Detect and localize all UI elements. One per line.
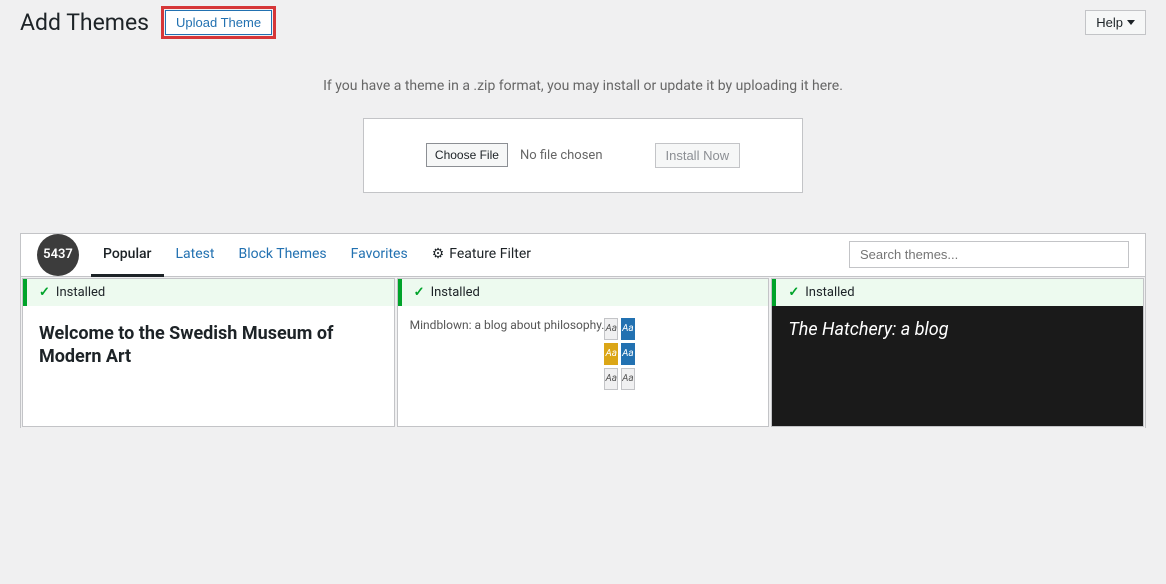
theme-tab-bar: 5437 Popular Latest Block Themes Favorit… xyxy=(21,234,1145,277)
feature-filter-label: Feature Filter xyxy=(449,246,531,262)
mindblown-block-4: Aa xyxy=(621,343,635,365)
hatchery-title-italic: The Hatchery: xyxy=(788,319,896,340)
mindblown-block-5: Aa xyxy=(604,368,618,390)
upload-description: If you have a theme in a .zip format, yo… xyxy=(20,78,1146,94)
page-title: Add Themes xyxy=(20,8,149,38)
mindblown-block-3: Aa xyxy=(604,343,618,365)
chevron-down-icon xyxy=(1127,20,1135,25)
tab-popular[interactable]: Popular xyxy=(91,234,164,277)
upload-box: Choose File No file chosen Install Now xyxy=(363,118,803,193)
no-file-label: No file chosen xyxy=(520,148,603,163)
check-icon-hatchery: ✓ xyxy=(788,285,799,300)
theme-count-badge: 5437 xyxy=(37,234,79,276)
hatchery-title-rest: a blog xyxy=(901,319,949,340)
theme-card-swedish-museum: ✓ Installed Welcome to the Swedish Museu… xyxy=(22,278,395,427)
theme-card-mindblown: ✓ Installed Mindblown: a blog about phil… xyxy=(397,278,770,427)
check-icon: ✓ xyxy=(39,285,50,300)
help-button[interactable]: Help xyxy=(1085,10,1146,35)
mindblown-description: Mindblown: a blog about philosophy. xyxy=(410,318,605,332)
tab-bar-right xyxy=(849,241,1129,268)
upload-section: If you have a theme in a .zip format, yo… xyxy=(0,38,1166,213)
page-header: Add Themes Upload Theme Help xyxy=(0,0,1166,38)
upload-theme-button[interactable]: Upload Theme xyxy=(165,10,272,35)
help-label: Help xyxy=(1096,15,1123,30)
tab-latest[interactable]: Latest xyxy=(164,234,227,277)
installed-label-mindblown: Installed xyxy=(431,285,480,300)
feature-filter-tab[interactable]: ⚙ Feature Filter xyxy=(420,234,543,277)
swedish-museum-title: Welcome to the Swedish Museum of Modern … xyxy=(39,322,378,369)
installed-label-hatchery: Installed xyxy=(805,285,854,300)
tab-favorites[interactable]: Favorites xyxy=(339,234,420,277)
installed-banner-mindblown: ✓ Installed xyxy=(398,279,769,306)
theme-card-hatchery: ✓ Installed The Hatchery: a blog xyxy=(771,278,1144,427)
theme-preview-swedish: Welcome to the Swedish Museum of Modern … xyxy=(23,306,394,426)
check-icon-mindblown: ✓ xyxy=(414,285,425,300)
theme-preview-mindblown: Mindblown: a blog about philosophy. Aa A… xyxy=(398,306,769,426)
header-left: Add Themes Upload Theme xyxy=(20,8,272,38)
search-themes-input[interactable] xyxy=(849,241,1129,268)
install-now-button[interactable]: Install Now xyxy=(655,143,741,168)
gear-icon: ⚙ xyxy=(432,246,445,262)
mindblown-block-2: Aa xyxy=(621,318,635,340)
installed-banner-hatchery: ✓ Installed xyxy=(772,279,1143,306)
hatchery-title: The Hatchery: a blog xyxy=(788,318,948,341)
themes-grid: ✓ Installed Welcome to the Swedish Museu… xyxy=(21,277,1145,428)
choose-file-button[interactable]: Choose File xyxy=(426,143,508,167)
mindblown-grid: Aa Aa Aa Aa Aa Aa xyxy=(604,318,634,390)
themes-section: 5437 Popular Latest Block Themes Favorit… xyxy=(20,233,1146,428)
theme-preview-hatchery: The Hatchery: a blog xyxy=(772,306,1143,426)
tab-block-themes[interactable]: Block Themes xyxy=(226,234,338,277)
installed-banner-swedish: ✓ Installed xyxy=(23,279,394,306)
mindblown-block-6: Aa xyxy=(621,368,635,390)
installed-label-swedish: Installed xyxy=(56,285,105,300)
mindblown-block-1: Aa xyxy=(604,318,618,340)
